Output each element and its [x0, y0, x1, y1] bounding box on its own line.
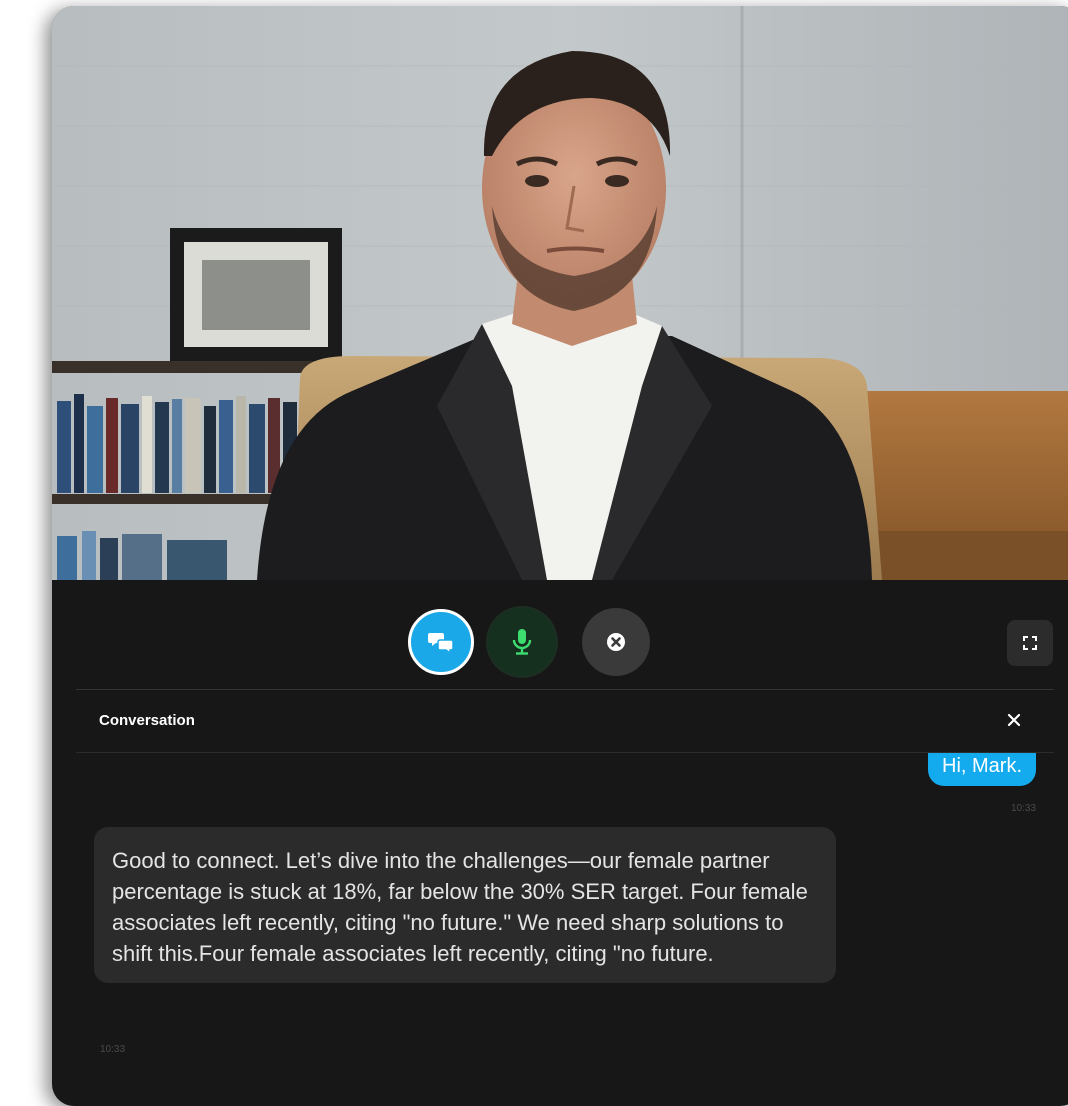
- end-call-button[interactable]: [582, 608, 650, 676]
- call-controls-bar: [52, 580, 1068, 690]
- video-call-window: Conversation Hi, Mark. 10:33 Good to con…: [52, 6, 1068, 1106]
- fullscreen-icon: [1023, 636, 1037, 650]
- microphone-button[interactable]: [488, 608, 556, 676]
- conversation-title: Conversation: [99, 712, 195, 729]
- conversation-messages[interactable]: Hi, Mark. 10:33 Good to connect. Let’s d…: [76, 753, 1054, 1083]
- fullscreen-button[interactable]: [1007, 620, 1053, 666]
- chat-bubbles-icon: [428, 633, 454, 654]
- user-message-bubble: Hi, Mark.: [928, 753, 1036, 786]
- conversation-header: Conversation: [52, 690, 1068, 752]
- assistant-message-timestamp: 10:33: [100, 1044, 126, 1055]
- conversation-close-button[interactable]: [1002, 708, 1026, 732]
- chat-toggle-button[interactable]: [408, 609, 474, 675]
- user-message-timestamp: 10:33: [1010, 803, 1036, 814]
- video-feed: [52, 6, 1068, 580]
- assistant-message-bubble: Good to connect. Let’s dive into the cha…: [94, 827, 836, 983]
- close-icon: [1007, 713, 1021, 727]
- video-frame-image: [52, 6, 1068, 580]
- microphone-icon: [512, 629, 532, 655]
- close-circle-icon: [607, 633, 625, 651]
